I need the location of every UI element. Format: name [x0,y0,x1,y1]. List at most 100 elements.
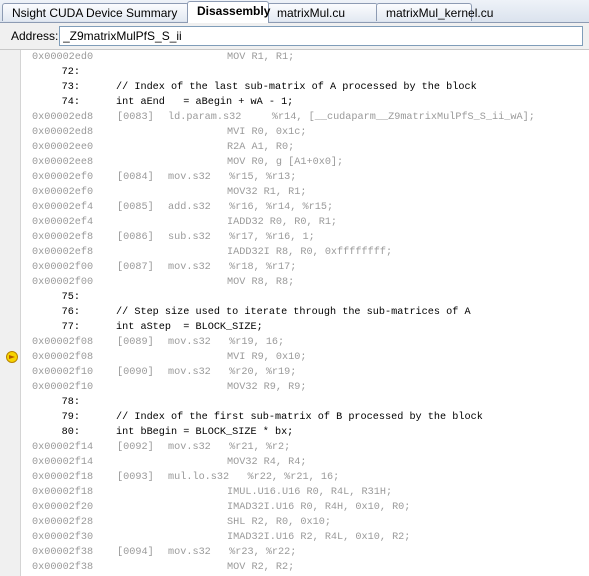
asm-line[interactable]: 0x00002f14 MOV32 R4, R4; [22,455,589,470]
tab-matrixmul-kernel-cu[interactable]: matrixMul_kernel.cu [376,3,493,21]
source-line-number: 75: [61,292,80,303]
asm-line[interactable]: 0x00002ee0 R2A A1, R0; [22,140,589,155]
sass-instruction: MVI R9, 0x10; [227,352,307,363]
ptx-index: [0089] [117,337,154,348]
source-line-number: 79: [61,412,80,423]
ptx-index: [0087] [117,262,154,273]
instruction-address: 0x00002f10 [32,367,94,378]
disassembly-view[interactable]: 0x00002ed0 MOV R1, R1; 72: 73: // Index of t… [22,50,589,575]
tab-matrixmul-cu[interactable]: matrixMul.cu [267,3,378,21]
ptx-instruction: mov.s32 %r21, %r2; [168,442,291,453]
ptx-instruction: mov.s32 %r15, %r13; [168,172,297,183]
ptx-instruction: add.s32 %r16, %r14, %r15; [168,202,334,213]
tab-nsight-cuda-device-summary[interactable]: Nsight CUDA Device Summary [2,3,189,21]
sass-instruction: IMAD32I.U16 R0, R4H, 0x10, R0; [227,502,411,513]
breakpoint-gutter[interactable] [0,50,21,576]
asm-line[interactable]: 0x00002ef4 IADD32 R0, R0, R1; [22,215,589,230]
asm-line[interactable]: 0x00002ef8 [0086] sub.s32 %r17, %r16, 1; [22,230,589,245]
instruction-address: 0x00002f38 [32,547,94,558]
instruction-address: 0x00002f28 [32,517,94,528]
sass-instruction: IMUL.U16.U16 R0, R4L, R31H; [227,487,393,498]
ptx-index: [0094] [117,547,154,558]
ptx-index: [0090] [117,367,154,378]
asm-line[interactable]: 0x00002ee8 MOV R0, g [A1+0x0]; [22,155,589,170]
source-line[interactable]: 77: int aStep = BLOCK_SIZE; [22,320,589,335]
asm-line[interactable]: 0x00002f30 IMAD32I.U16 R2, R4L, 0x10, R2; [22,530,589,545]
ptx-index: [0092] [117,442,154,453]
asm-line[interactable]: 0x00002ef0 MOV32 R1, R1; [22,185,589,200]
ptx-instruction: mov.s32 %r18, %r17; [168,262,297,273]
sass-instruction: MOV32 R4, R4; [227,457,307,468]
instruction-address: 0x00002f20 [32,502,94,513]
sass-instruction: MOV R1, R1; [227,52,295,63]
ptx-instruction: mov.s32 %r23, %r22; [168,547,297,558]
source-code-text: // Index of the first sub-matrix of B pr… [116,412,483,423]
asm-line[interactable]: 0x00002ed8 MVI R0, 0x1c; [22,125,589,140]
sass-instruction: IADD32I R8, R0, 0xffffffff; [227,247,393,258]
asm-line[interactable]: 0x00002ef0 [0084] mov.s32 %r15, %r13; [22,170,589,185]
instruction-address: 0x00002f08 [32,337,94,348]
source-line[interactable]: 78: [22,395,589,410]
instruction-address: 0x00002f14 [32,457,94,468]
asm-line[interactable]: 0x00002f08 [0089] mov.s32 %r19, 16; [22,335,589,350]
instruction-address: 0x00002ee0 [32,142,94,153]
asm-line[interactable]: 0x00002f28 SHL R2, R0, 0x10; [22,515,589,530]
asm-line[interactable]: 0x00002ed0 MOV R1, R1; [22,50,589,65]
source-line[interactable]: 76: // Step size used to iterate through … [22,305,589,320]
current-instruction-arrow-icon [6,351,18,363]
instruction-address: 0x00002ef4 [32,202,94,213]
sass-instruction: MOV32 R1, R1; [227,187,307,198]
instruction-address: 0x00002ef8 [32,247,94,258]
instruction-address: 0x00002f14 [32,442,94,453]
source-code-text: int aEnd = aBegin + wA - 1; [116,97,294,108]
source-line[interactable]: 74: int aEnd = aBegin + wA - 1; [22,95,589,110]
asm-line[interactable]: 0x00002ef4 [0085] add.s32 %r16, %r14, %r15… [22,200,589,215]
source-line[interactable]: 80: int bBegin = BLOCK_SIZE * bx; [22,425,589,440]
asm-line[interactable]: 0x00002f00 [0087] mov.s32 %r18, %r17; [22,260,589,275]
asm-line[interactable]: 0x00002f14 [0092] mov.s32 %r21, %r2; [22,440,589,455]
instruction-address: 0x00002ef0 [32,172,94,183]
tab-disassembly[interactable]: Disassembly [187,1,270,23]
instruction-address: 0x00002f38 [32,562,94,573]
source-line-number: 78: [61,397,80,408]
source-line[interactable]: 79: // Index of the first sub-matrix of B… [22,410,589,425]
asm-line[interactable]: 0x00002f38 MOV R2, R2; [22,560,589,575]
asm-line[interactable]: 0x00002f20 IMAD32I.U16 R0, R4H, 0x10, R0; [22,500,589,515]
editor-tab-bar: Nsight CUDA Device Summary Disassembly m… [0,0,589,23]
asm-line[interactable]: 0x00002ef8 IADD32I R8, R0, 0xffffffff; [22,245,589,260]
sass-instruction: MOV32 R9, R9; [227,382,307,393]
source-line[interactable]: 73: // Index of the last sub-matrix of A … [22,80,589,95]
asm-line[interactable]: 0x00002f18 [0093] mul.lo.s32 %r22, %r21, 1… [22,470,589,485]
instruction-address: 0x00002ed8 [32,112,94,123]
asm-line[interactable]: 0x00002f00 MOV R8, R8; [22,275,589,290]
source-code-text: // Index of the last sub-matrix of A pro… [116,82,477,93]
instruction-address: 0x00002f00 [32,262,94,273]
instruction-address: 0x00002f30 [32,532,94,543]
ptx-instruction: mov.s32 %r20, %r19; [168,367,297,378]
sass-instruction: SHL R2, R0, 0x10; [227,517,331,528]
asm-line[interactable]: 0x00002ed8 [0083] ld.param.s32 %r14, [__cu… [22,110,589,125]
sass-instruction: MVI R0, 0x1c; [227,127,307,138]
source-line-number: 72: [61,67,80,78]
ptx-index: [0093] [117,472,154,483]
ptx-instruction: sub.s32 %r17, %r16, 1; [168,232,315,243]
address-input[interactable] [59,26,583,46]
asm-line[interactable]: 0x00002f08 MVI R9, 0x10; [22,350,589,365]
source-line-number: 77: [61,322,80,333]
ptx-index: [0085] [117,202,154,213]
asm-line[interactable]: 0x00002f10 [0090] mov.s32 %r20, %r19; [22,365,589,380]
asm-line[interactable]: 0x00002f10 MOV32 R9, R9; [22,380,589,395]
instruction-address: 0x00002ed8 [32,127,94,138]
sass-instruction: MOV R0, g [A1+0x0]; [227,157,344,168]
source-line[interactable]: 72: [22,65,589,80]
instruction-address: 0x00002f00 [32,277,94,288]
sass-instruction: IMAD32I.U16 R2, R4L, 0x10, R2; [227,532,411,543]
sass-instruction: R2A A1, R0; [227,142,295,153]
instruction-address: 0x00002f18 [32,472,94,483]
instruction-address: 0x00002f08 [32,352,94,363]
source-line[interactable]: 75: [22,290,589,305]
source-code-text: // Step size used to iterate through the… [116,307,471,318]
asm-line[interactable]: 0x00002f38 [0094] mov.s32 %r23, %r22; [22,545,589,560]
asm-line[interactable]: 0x00002f18 IMUL.U16.U16 R0, R4L, R31H; [22,485,589,500]
source-line-number: 80: [61,427,80,438]
